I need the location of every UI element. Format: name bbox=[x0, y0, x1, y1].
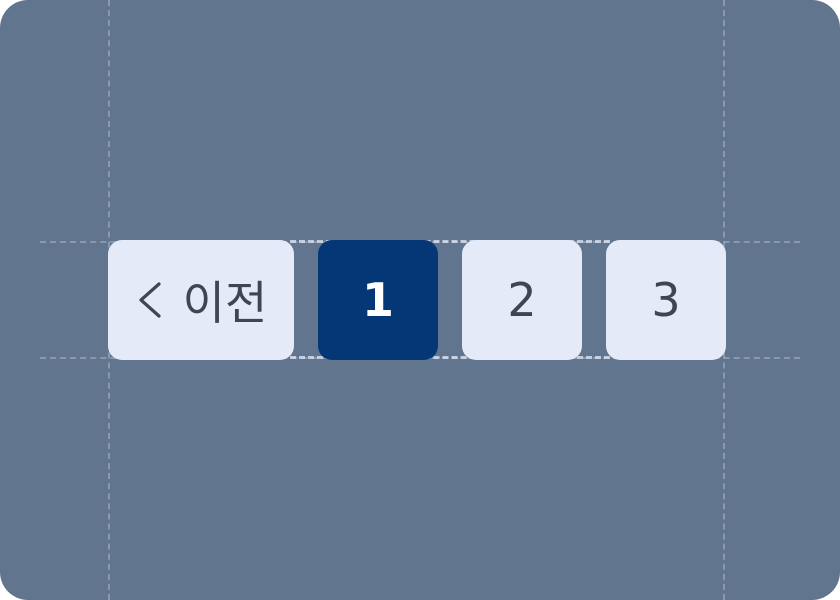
page-3-label: 3 bbox=[651, 273, 681, 327]
chevron-left-icon bbox=[139, 282, 161, 318]
page-1-label: 1 bbox=[361, 273, 394, 327]
previous-page-button[interactable]: 이전 bbox=[108, 240, 294, 360]
previous-page-label: 이전 bbox=[182, 276, 268, 330]
page-3-button[interactable]: 3 bbox=[606, 240, 726, 360]
page-2-button[interactable]: 2 bbox=[462, 240, 582, 360]
page-1-button[interactable]: 1 bbox=[318, 240, 438, 360]
page-2-label: 2 bbox=[507, 273, 537, 327]
canvas: 이전 1 2 3 bbox=[0, 0, 840, 600]
